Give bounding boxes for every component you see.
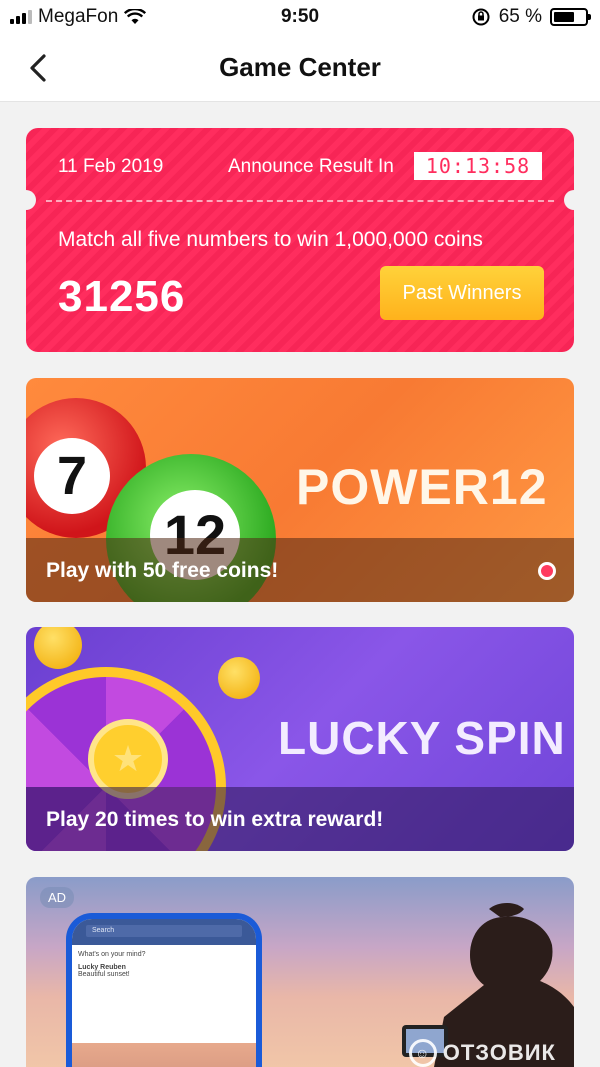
power12-logo: POWER12 — [296, 459, 548, 515]
lucky-spin-banner[interactable]: ★ LUCKY SPIN Play 20 times to win extra … — [26, 627, 574, 851]
ticket-divider — [46, 200, 554, 202]
nav-bar: Game Center — [0, 34, 600, 102]
page-title: Game Center — [219, 52, 381, 82]
phone-post-image — [72, 1043, 256, 1067]
coin-icon — [34, 627, 82, 669]
ad-phone-mockup: Search What's on your mind? Lucky Reuben… — [66, 913, 262, 1067]
lottery-ticket-card: 11 Feb 2019 Announce Result In 10:13:58 … — [26, 128, 574, 352]
orientation-lock-icon — [472, 8, 490, 26]
prize-description: Match all five numbers to win 1,000,000 … — [58, 228, 483, 251]
phone-app-bar: Search — [72, 919, 256, 945]
lottery-number: 31256 — [58, 272, 186, 321]
watermark: ☺ ОТЗОВИК — [408, 1039, 556, 1067]
coin-icon — [218, 657, 260, 699]
status-right: 65 % — [471, 6, 591, 28]
ball-number-7: 7 — [34, 438, 110, 514]
ticket-notch-left — [26, 190, 36, 210]
lucky-spin-caption: Play 20 times to win extra reward! — [46, 808, 384, 831]
new-indicator-dot — [538, 562, 556, 580]
announce-label: Announce Result In — [228, 156, 394, 177]
power12-banner[interactable]: 7 12 POWER12 Play with 50 free coins! — [26, 378, 574, 602]
phone-post: Lucky Reuben Beautiful sunset! — [78, 964, 250, 978]
phone-search-field: Search — [86, 925, 242, 937]
draw-date: 11 Feb 2019 — [58, 156, 164, 177]
phone-post-author: Lucky Reuben — [78, 964, 126, 971]
past-winners-button[interactable]: Past Winners — [380, 266, 544, 320]
lucky-spin-logo: LUCKY SPIN — [278, 712, 566, 764]
phone-post-text: Beautiful sunset! — [78, 971, 130, 978]
battery-level — [554, 12, 574, 22]
watermark-logo-icon: ☺ — [408, 1039, 437, 1067]
phone-post-prompt: What's on your mind? — [78, 951, 146, 958]
countdown-timer: 10:13:58 — [414, 152, 542, 180]
watermark-text: ОТЗОВИК — [442, 1040, 556, 1065]
ad-card[interactable]: AD Search What's on your mind? Lucky Reu… — [26, 877, 574, 1067]
power12-caption: Play with 50 free coins! — [46, 559, 279, 582]
ticket-notch-right — [564, 190, 574, 210]
ad-badge: AD — [40, 887, 75, 908]
status-bar: MegaFon 9:50 65 % — [0, 0, 600, 34]
battery-percent: 65 % — [498, 6, 542, 27]
battery-icon — [550, 8, 591, 26]
